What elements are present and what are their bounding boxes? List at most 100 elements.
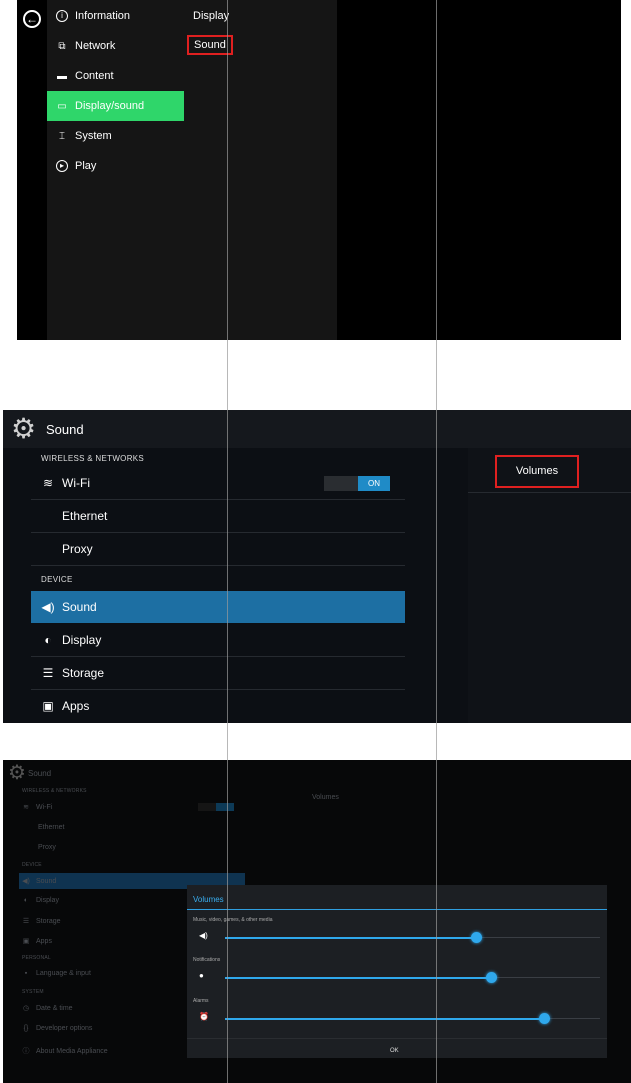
- menu-item-label: Content: [75, 70, 114, 82]
- speaker-icon: ◀): [41, 600, 55, 614]
- settings-item-display[interactable]: ◐ Display: [31, 624, 405, 657]
- settings-item-wifi[interactable]: ≋ Wi-Fi ON: [31, 467, 405, 500]
- menu-item-play[interactable]: ▸ Play: [47, 151, 184, 181]
- braces-icon: {}: [23, 1025, 29, 1032]
- slider-fill: [225, 977, 492, 979]
- toggle-state: ON: [358, 476, 390, 491]
- slider-fill: [225, 937, 477, 939]
- category-header: SYSTEM: [22, 989, 44, 995]
- menu-item-label: Play: [75, 160, 97, 172]
- ok-button[interactable]: OK: [390, 1048, 399, 1054]
- back-arrow-icon[interactable]: ←: [23, 10, 41, 28]
- settings-item-apps[interactable]: ▣ Apps: [31, 690, 405, 722]
- speaker-icon: ◀): [199, 931, 208, 940]
- brightness-icon: ◐: [23, 897, 29, 904]
- apps-icon: ▣: [22, 938, 30, 945]
- settings-item-wifi[interactable]: ≋ Wi-Fi: [22, 803, 52, 812]
- settings-item-label: Proxy: [62, 542, 93, 556]
- settings-item-label: Apps: [62, 699, 90, 713]
- speaker-icon: ◀): [22, 878, 30, 885]
- slider-thumb[interactable]: [471, 932, 483, 943]
- notification-icon: ●: [199, 971, 204, 980]
- network-icon: ⧉: [58, 40, 66, 52]
- wifi-icon: ≋: [23, 804, 29, 811]
- category-header: PERSONAL: [22, 955, 51, 961]
- detail-pane: Volumes: [468, 448, 631, 723]
- dialog-title: Volumes: [193, 895, 224, 904]
- menu-item-information[interactable]: i Information: [47, 1, 184, 31]
- slider-label: Alarms: [193, 998, 209, 1004]
- folder-icon: ▬: [57, 70, 67, 82]
- settings-item-storage[interactable]: ☰ Storage: [31, 657, 405, 690]
- settings-item-ethernet[interactable]: Ethernet: [38, 824, 64, 831]
- guide-line: [436, 0, 437, 1083]
- volumes-item[interactable]: Volumes: [495, 455, 579, 488]
- slider-thumb[interactable]: [486, 972, 498, 983]
- play-icon: ▸: [56, 160, 68, 172]
- clock-icon: ◷: [22, 1005, 30, 1012]
- category-header: WIRELESS & NETWORKS: [41, 454, 145, 463]
- main-menu-screen: ← i Information ⧉ Network ▬ Content ▭ Di…: [17, 0, 621, 340]
- dialog-title-divider: [187, 909, 607, 910]
- system-icon: ⌶: [59, 130, 65, 142]
- settings-item-display[interactable]: ◐ Display: [22, 897, 59, 904]
- gear-icon: ⚙: [8, 762, 26, 784]
- storage-icon: ☰: [22, 918, 30, 925]
- menu-item-system[interactable]: ⌶ System: [47, 121, 184, 151]
- settings-item-sound[interactable]: ◀) Sound: [31, 591, 405, 623]
- keyboard-icon: ▪: [24, 970, 28, 977]
- volumes-item[interactable]: Volumes: [312, 794, 339, 801]
- settings-item-proxy[interactable]: Proxy: [31, 533, 405, 566]
- category-header: DEVICE: [41, 575, 73, 584]
- settings-item-label: Display: [62, 633, 102, 647]
- divider: [468, 492, 631, 493]
- guide-line: [227, 0, 228, 1083]
- wifi-icon: ≋: [42, 476, 54, 490]
- menu-item-network[interactable]: ⧉ Network: [47, 31, 184, 61]
- settings-item-sound[interactable]: ◀) Sound: [22, 877, 56, 886]
- slider-fill: [225, 1018, 544, 1020]
- monitor-icon: ▭: [57, 100, 67, 112]
- wifi-toggle[interactable]: [198, 803, 234, 811]
- settings-item-datetime[interactable]: ◷ Date & time: [22, 1004, 73, 1013]
- slider-thumb[interactable]: [538, 1013, 550, 1024]
- settings-item-label: Wi-Fi: [62, 476, 90, 490]
- settings-item-about[interactable]: ⓘ About Media Appliance: [22, 1046, 108, 1056]
- action-bar: ⚙ Sound: [3, 410, 631, 448]
- info-icon: i: [56, 10, 68, 22]
- volumes-dialog-screen: ⚙ Sound WIRELESS & NETWORKS ≋ Wi-Fi Ether…: [3, 760, 631, 1083]
- volumes-dialog: Volumes Music, video, games, & other med…: [187, 885, 607, 1058]
- submenu-item-sound[interactable]: Sound: [187, 35, 233, 55]
- settings-item-proxy[interactable]: Proxy: [38, 844, 56, 851]
- media-volume-slider[interactable]: [225, 932, 600, 943]
- alarm-icon: ⏰: [199, 1012, 209, 1021]
- dialog-button-divider: [187, 1038, 607, 1039]
- menu-item-label: Display/sound: [75, 100, 145, 112]
- menu-item-content[interactable]: ▬ Content: [47, 61, 184, 91]
- page-title: Sound: [28, 769, 52, 778]
- settings-item-storage[interactable]: ☰ Storage: [22, 917, 61, 926]
- menu-item-label: Information: [75, 10, 131, 22]
- menu-item-label: System: [75, 130, 112, 142]
- gear-icon: ⚙: [11, 413, 37, 444]
- info-icon: ⓘ: [22, 1048, 30, 1055]
- settings-item-label: Sound: [62, 600, 97, 614]
- settings-item-label: Storage: [62, 666, 105, 680]
- settings-item-ethernet[interactable]: Ethernet: [31, 500, 405, 533]
- submenu-item-display[interactable]: Display: [193, 10, 229, 22]
- apps-icon: ▣: [42, 699, 54, 713]
- settings-item-apps[interactable]: ▣ Apps: [22, 937, 52, 946]
- category-header: WIRELESS & NETWORKS: [22, 788, 87, 794]
- wifi-toggle[interactable]: ON: [324, 476, 390, 491]
- settings-item-language[interactable]: ▪ Language & input: [22, 970, 91, 977]
- settings-screen: ⚙ Sound WIRELESS & NETWORKS ≋ Wi-Fi ON E…: [3, 410, 631, 723]
- slider-label: Notifications: [193, 957, 221, 963]
- menu-item-display-sound[interactable]: ▭ Display/sound: [47, 91, 184, 121]
- category-header: DEVICE: [22, 862, 42, 868]
- alarm-volume-slider[interactable]: [225, 1013, 600, 1024]
- slider-label: Music, video, games, & other media: [193, 917, 273, 923]
- menu-item-label: Network: [75, 40, 116, 52]
- settings-item-label: Ethernet: [62, 509, 108, 523]
- settings-item-developer[interactable]: {} Developer options: [22, 1025, 93, 1032]
- notification-volume-slider[interactable]: [225, 972, 600, 983]
